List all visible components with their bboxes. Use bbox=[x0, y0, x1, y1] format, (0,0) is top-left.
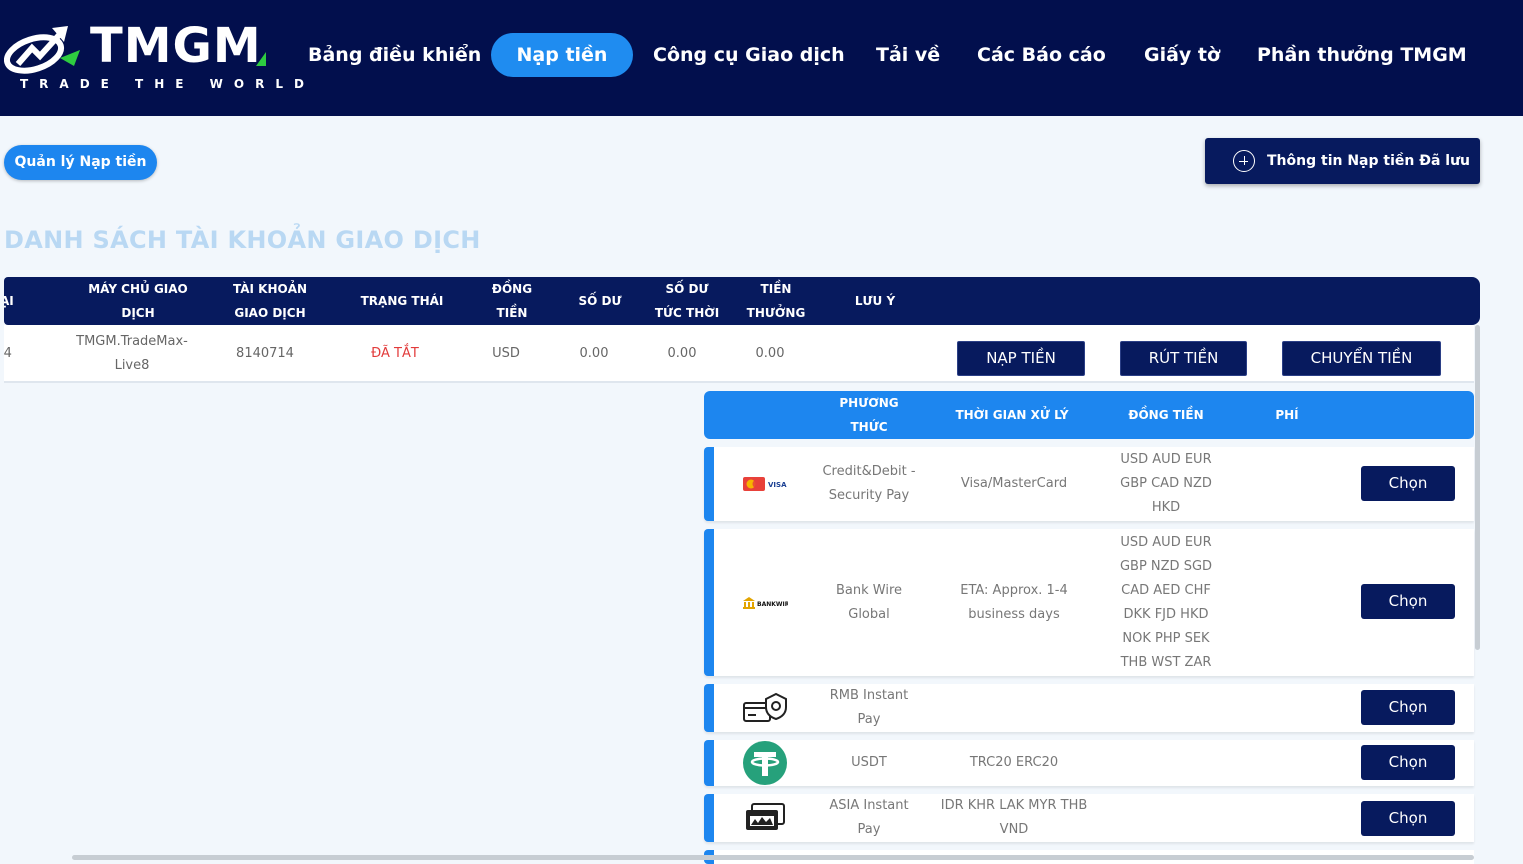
payment-methods-header: PHƯƠNG THỨC THỜI GIAN XỬ LÝ ĐỒNG TIỀN PH… bbox=[704, 391, 1474, 439]
nav-dashboard[interactable]: Bảng điều khiển bbox=[308, 33, 481, 77]
account-row: '4 TMGM.TradeMax-Live8 8140714 ĐÃ TẮT US… bbox=[4, 325, 1474, 383]
usdt-tether-icon bbox=[736, 740, 794, 786]
vertical-scrollbar[interactable] bbox=[1475, 325, 1480, 650]
withdraw-button[interactable]: RÚT TIỀN bbox=[1120, 341, 1247, 376]
nav-deposit[interactable]: Nạp tiền bbox=[491, 33, 633, 77]
account-status: ĐÃ TẮT bbox=[371, 346, 419, 361]
account-instant-balance: 0.00 bbox=[667, 346, 697, 361]
payment-method-row: RMB Instant Pay Chọn bbox=[704, 684, 1474, 732]
method-processing-time: Visa/MasterCard bbox=[960, 476, 1068, 491]
saved-deposit-info-button[interactable]: Thông tin Nạp tiền Đã lưu bbox=[1205, 138, 1480, 184]
choose-button[interactable]: Chọn bbox=[1361, 584, 1455, 619]
transfer-button[interactable]: CHUYỂN TIỀN bbox=[1282, 341, 1441, 376]
col-status: TRẠNG THÁI bbox=[360, 294, 444, 308]
account-currency: USD bbox=[492, 346, 520, 361]
svg-text:VISA: VISA bbox=[768, 481, 787, 489]
manage-deposit-button[interactable]: Quản lý Nạp tiền bbox=[4, 145, 157, 180]
col-fee: PHÍ bbox=[1275, 408, 1299, 422]
deposit-button[interactable]: NẠP TIỀN bbox=[957, 341, 1085, 376]
account-server: TMGM.TradeMax-Live8 bbox=[76, 334, 188, 373]
method-processing-time: IDR KHR LAK MYR THB VND bbox=[940, 798, 1088, 837]
top-navigation-bar: TMGM TRADE THE WORLD Bảng điều khiển Nạp… bbox=[0, 0, 1523, 116]
col-server: MÁY CHỦ GIAO DỊCH bbox=[88, 282, 188, 320]
choose-button[interactable]: Chọn bbox=[1361, 690, 1455, 725]
logo-swoosh-icon bbox=[4, 26, 80, 74]
payment-method-row: USDT TRC20 ERC20 Chọn bbox=[704, 740, 1474, 786]
rmb-instant-pay-icon bbox=[736, 684, 794, 732]
choose-button[interactable]: Chọn bbox=[1361, 801, 1455, 836]
method-name: Credit&Debit - Security Pay bbox=[822, 464, 916, 503]
col-type: ẠI bbox=[4, 294, 14, 308]
account-bonus: 0.00 bbox=[755, 346, 785, 361]
nav-rewards[interactable]: Phần thưởng TMGM bbox=[1257, 33, 1467, 77]
payment-method-row: BANKWIRE Bank Wire Global ETA: Approx. 1… bbox=[704, 529, 1474, 676]
bank-wire-icon: BANKWIRE bbox=[736, 529, 794, 676]
col-method-currency: ĐỒNG TIỀN bbox=[1128, 408, 1204, 422]
col-bonus: TIỀN THƯỞNG bbox=[746, 282, 806, 320]
accounts-table-header: ẠI MÁY CHỦ GIAO DỊCH TÀI KHOẢN GIAO DỊCH… bbox=[4, 277, 1480, 325]
plus-circle-icon bbox=[1233, 150, 1255, 172]
col-currency: ĐỒNG TIỀN bbox=[491, 282, 533, 320]
method-name: USDT bbox=[851, 755, 887, 770]
nav-trading-tools[interactable]: Công cụ Giao dịch bbox=[653, 33, 845, 77]
method-processing-time: ETA: Approx. 1-4 business days bbox=[960, 582, 1068, 622]
choose-button[interactable]: Chọn bbox=[1361, 466, 1455, 501]
nav-downloads[interactable]: Tải về bbox=[876, 33, 940, 77]
horizontal-scrollbar[interactable] bbox=[72, 855, 1474, 860]
account-type: '4 bbox=[4, 346, 12, 361]
account-number: 8140714 bbox=[236, 346, 294, 361]
method-processing-time: TRC20 ERC20 bbox=[969, 755, 1059, 770]
method-name: ASIA Instant Pay bbox=[829, 798, 909, 837]
method-name: RMB Instant Pay bbox=[829, 688, 909, 727]
tmgm-logo[interactable]: TMGM TRADE THE WORLD bbox=[4, 18, 304, 95]
asia-instant-pay-icon bbox=[736, 794, 794, 842]
saved-deposit-info-label: Thông tin Nạp tiền Đã lưu bbox=[1267, 153, 1470, 169]
method-currencies: USD AUD EUR GBP CAD NZD HKD bbox=[1120, 452, 1212, 515]
method-name: Bank Wire Global bbox=[835, 582, 903, 622]
nav-reports[interactable]: Các Báo cáo bbox=[977, 33, 1106, 77]
method-currencies: USD AUD EUR GBP NZD SGD CAD AED CHF DKK … bbox=[1119, 534, 1213, 670]
section-title: DANH SÁCH TÀI KHOẢN GIAO DỊCH bbox=[4, 226, 481, 254]
payment-method-row: VISA Credit&Debit - Security Pay Visa/Ma… bbox=[704, 447, 1474, 521]
choose-button[interactable]: Chọn bbox=[1361, 745, 1455, 780]
col-instant-balance: SỐ DƯ TỨC THỜI bbox=[654, 282, 720, 320]
svg-text:BANKWIRE: BANKWIRE bbox=[757, 601, 788, 608]
col-account: TÀI KHOẢN GIAO DỊCH bbox=[232, 282, 308, 320]
payment-method-row: ASIA Instant Pay IDR KHR LAK MYR THB VND… bbox=[704, 794, 1474, 842]
visa-mastercard-icon: VISA bbox=[736, 447, 794, 521]
logo-wordmark: TMGM bbox=[90, 18, 262, 74]
col-balance: SỐ DƯ bbox=[578, 294, 622, 308]
account-balance: 0.00 bbox=[579, 346, 609, 361]
col-note: LƯU Ý bbox=[854, 294, 896, 308]
logo-tagline: TRADE THE WORLD bbox=[20, 77, 315, 91]
nav-documents[interactable]: Giấy tờ bbox=[1144, 33, 1220, 77]
col-processing-time: THỜI GIAN XỬ LÝ bbox=[955, 408, 1069, 422]
col-method: PHƯƠNG THỨC bbox=[839, 396, 899, 434]
